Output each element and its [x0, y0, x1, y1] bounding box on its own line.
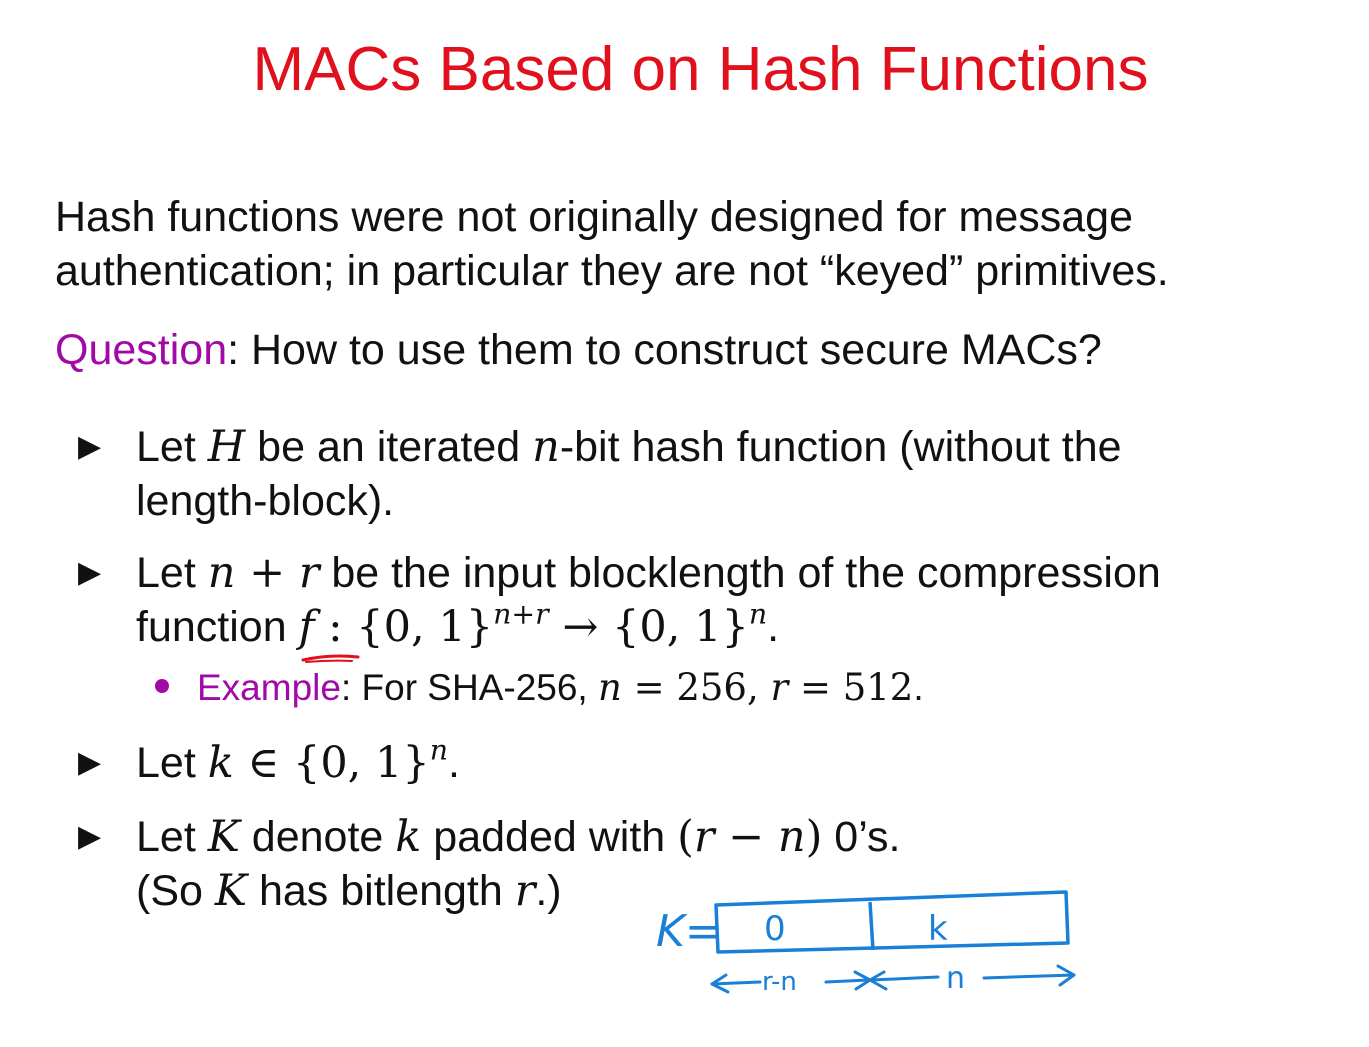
math-superscript: n — [429, 733, 449, 767]
left-span-arrow-line — [710, 980, 762, 986]
intro-line-2: authentication; in particular they are n… — [55, 247, 1169, 295]
math-superscript: n+r — [493, 597, 549, 631]
text: denote — [239, 813, 396, 861]
right-span-label: n — [946, 961, 965, 996]
text: . — [767, 603, 780, 651]
math-plus: + — [235, 548, 299, 598]
text: Let — [136, 423, 208, 471]
question-label: Question — [55, 326, 228, 374]
question-row: Question: How to use them to construct s… — [55, 323, 1102, 377]
math-r: r — [693, 812, 715, 862]
math-superscript: n — [748, 597, 768, 631]
text: : For SHA-256, — [340, 667, 598, 708]
intro-paragraph: Hash functions were not originally desig… — [55, 190, 1345, 298]
text: (So — [136, 867, 215, 915]
text: has bitlength — [247, 867, 515, 915]
bullet-line: Let n + r be the input blocklength of th… — [136, 546, 1161, 600]
k-cell-label: k — [928, 909, 948, 949]
text: . — [448, 739, 460, 787]
math-eq: = 256, — [621, 666, 771, 709]
math-n: n — [532, 422, 560, 472]
triangle-bullet-icon: ▶ — [78, 746, 102, 779]
text: .) — [535, 867, 562, 915]
text: Let — [136, 813, 208, 861]
question-text: : How to use them to construct secure MA… — [227, 326, 1102, 374]
bullet-line: Let H be an iterated n-bit hash function… — [136, 420, 1122, 474]
bullet-line: Let k ∈ {0, 1}n. — [136, 736, 460, 790]
middle-arrowhead-left-icon — [868, 970, 888, 991]
bullet-text: Let K denote k padded with (r − n) 0’s. … — [136, 810, 900, 918]
right-span-arrow-line — [870, 975, 940, 982]
right-span-arrow-line-2 — [982, 973, 1076, 980]
red-underline-mark — [301, 654, 360, 662]
text: be an iterated — [245, 423, 533, 471]
text: Let — [136, 739, 208, 787]
math-k: k — [207, 738, 234, 788]
bullet-line: function f : {0, 1}n+r → {0, 1}n. — [136, 600, 1161, 654]
math-K: K — [207, 812, 240, 862]
triangle-bullet-icon: ▶ — [78, 556, 102, 589]
example-label: Example — [197, 667, 341, 708]
math-set: ∈ {0, 1} — [233, 738, 430, 788]
math-n: n — [207, 548, 236, 598]
math-minus: − — [714, 812, 778, 862]
text: padded with — [421, 813, 678, 861]
text: . — [913, 667, 924, 708]
triangle-bullet-icon: ▶ — [78, 820, 102, 853]
math-paren: ) — [805, 812, 823, 862]
math-n: n — [597, 666, 622, 709]
left-span-label: r-n — [762, 967, 797, 997]
bullet-text: Let H be an iterated n-bit hash function… — [136, 420, 1122, 528]
bullet-line: length-block). — [136, 477, 395, 525]
math-f: f — [298, 602, 315, 652]
bullet-text: Let k ∈ {0, 1}n. — [136, 736, 460, 790]
math-r: r — [514, 866, 536, 916]
text: be the input blocklength of the compress… — [319, 549, 1161, 597]
math-H: H — [207, 422, 246, 472]
bullet-line: (So K has bitlength r.) — [136, 864, 900, 918]
text: Let — [136, 549, 208, 597]
dot-bullet-icon — [155, 679, 169, 694]
text: function — [136, 603, 299, 651]
triangle-bullet-icon: ▶ — [78, 430, 102, 463]
math-r: r — [298, 548, 320, 598]
math-K: K — [214, 866, 247, 916]
math-codomain: → {0, 1} — [548, 602, 749, 652]
bullet-text: Let n + r be the input blocklength of th… — [136, 546, 1161, 654]
math-eq: = 512 — [788, 666, 914, 709]
left-span-arrow-line-2 — [824, 978, 870, 984]
slide-title: MACs Based on Hash Functions — [252, 35, 1149, 104]
math-domain: : {0, 1} — [314, 602, 494, 652]
sub-bullet-example: Example: For SHA-256, n = 256, r = 512. — [155, 663, 924, 713]
math-k: k — [395, 812, 422, 862]
text: 0’s. — [822, 813, 901, 861]
left-arrowhead-icon — [710, 973, 730, 994]
red-underline-mark — [305, 659, 353, 663]
text: -bit hash function (without the — [559, 423, 1122, 471]
intro-line-1: Hash functions were not originally desig… — [55, 193, 1133, 241]
right-arrowhead-icon — [1056, 964, 1076, 987]
math-r: r — [770, 666, 789, 709]
bullet-line: Let K denote k padded with (r − n) 0’s. — [136, 810, 900, 864]
middle-arrowhead-right-icon — [853, 970, 872, 991]
math-n: n — [777, 812, 806, 862]
math-paren: ( — [677, 812, 694, 862]
